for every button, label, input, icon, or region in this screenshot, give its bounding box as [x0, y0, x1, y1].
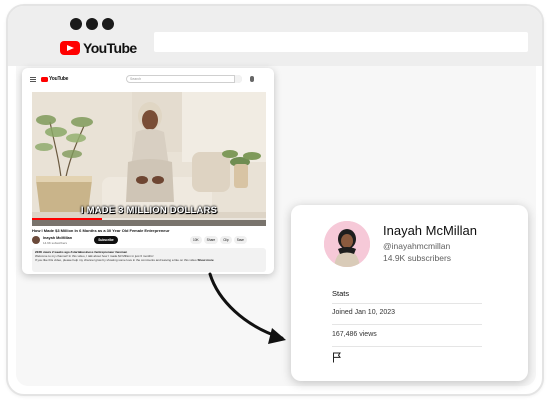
- video-title: How I Made $3 Million In 6 Months as a 3…: [32, 228, 170, 233]
- subscriber-count: 14.9K subscribers: [43, 241, 68, 245]
- divider: [332, 324, 482, 325]
- channel-handle: @inayahmcmillan: [383, 241, 451, 251]
- divider: [332, 346, 482, 347]
- window-dot-icon[interactable]: [86, 18, 98, 30]
- video-player[interactable]: I MADE 3 MILLION DOLLARS: [32, 92, 266, 226]
- joined-date: Joined Jan 10, 2023: [332, 309, 396, 316]
- youtube-video-page: YouTube Search I MADE 3 MILLION DOLLARS …: [22, 68, 274, 274]
- subscriber-count: 14.9K subscribers: [383, 253, 452, 263]
- youtube-header: YouTube Search: [22, 68, 274, 90]
- flag-icon[interactable]: [332, 352, 342, 363]
- show-more-link[interactable]: Show more: [197, 258, 213, 262]
- arrow-icon: [208, 272, 286, 344]
- search-input[interactable]: Search: [126, 75, 242, 83]
- microphone-icon[interactable]: [250, 76, 254, 82]
- hamburger-menu-icon[interactable]: [30, 77, 36, 82]
- address-bar[interactable]: [154, 32, 528, 52]
- share-button[interactable]: Share: [203, 236, 219, 244]
- window-dot-icon[interactable]: [102, 18, 114, 30]
- clip-button[interactable]: Clip: [220, 236, 232, 244]
- description-box[interactable]: 223K views 2 weeks ago #startabusiness #…: [32, 248, 266, 272]
- video-caption: I MADE 3 MILLION DOLLARS: [80, 205, 218, 216]
- subscribe-button[interactable]: Subscribe: [94, 236, 118, 244]
- window-dot-icon[interactable]: [70, 18, 82, 30]
- avatar[interactable]: [324, 221, 370, 267]
- like-button[interactable]: 10K: [190, 236, 202, 244]
- save-button[interactable]: Save: [233, 236, 247, 244]
- youtube-logo-icon: [41, 76, 48, 82]
- channel-about-card: Inayah McMillan @inayahmcmillan 14.9K su…: [291, 205, 528, 381]
- description-line: If you like this video, please help my c…: [35, 258, 263, 262]
- screenshot-stage: YouTube YouTube Search I MADE 3 MILLION …: [0, 0, 550, 400]
- window-controls: [70, 18, 114, 30]
- youtube-logo[interactable]: YouTube: [60, 40, 137, 56]
- divider: [332, 303, 482, 304]
- avatar[interactable]: [32, 236, 40, 244]
- search-icon[interactable]: [234, 75, 242, 83]
- youtube-logo-icon: [60, 41, 80, 55]
- avatar-image: [324, 221, 370, 267]
- channel-name[interactable]: Inayah McMillan: [43, 236, 72, 240]
- youtube-mini-logo[interactable]: YouTube: [41, 76, 68, 82]
- total-views: 167,486 views: [332, 331, 377, 338]
- description-text: If you like this video, please help my c…: [35, 258, 197, 263]
- video-actions: 10K Share Clip Save: [190, 236, 247, 244]
- brand-name: YouTube: [83, 40, 137, 56]
- brand-name-mini: YouTube: [49, 76, 69, 82]
- channel-name: Inayah McMillan: [383, 223, 477, 238]
- player-controls[interactable]: [32, 220, 266, 226]
- stats-heading: Stats: [332, 289, 350, 298]
